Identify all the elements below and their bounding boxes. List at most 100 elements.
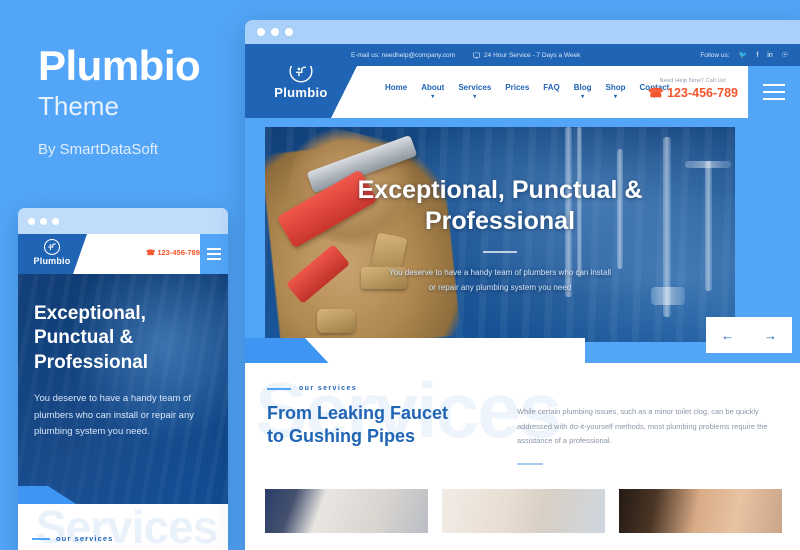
- primary-nav: Home About ▾ Services ▾ Prices FAQ Blog: [385, 83, 669, 100]
- service-card-hand-tool[interactable]: [442, 489, 605, 533]
- faucet-icon: [289, 66, 313, 83]
- site-main-navbar: Plumbio Home About ▾ Services ▾ Prices F…: [245, 66, 800, 118]
- nav-label-services: Services: [458, 83, 492, 92]
- screenshot-root: Plumbio Theme By SmartDataSoft Plumbio ☎…: [0, 0, 800, 550]
- nav-item-blog[interactable]: Blog ▾: [573, 83, 592, 100]
- eyebrow-rule: [32, 537, 50, 540]
- service-card-wiring[interactable]: [265, 489, 428, 533]
- nav-label-about: About: [421, 83, 445, 92]
- arrow-left-icon[interactable]: ←: [721, 328, 734, 343]
- mobile-logo-text: Plumbio: [33, 256, 71, 266]
- promo-byline: By SmartDataSoft: [38, 140, 159, 158]
- services-heading-block: our services From Leaking Faucet to Gush…: [267, 385, 532, 449]
- arrow-right-icon[interactable]: →: [764, 328, 777, 343]
- mobile-hero-wedge: [18, 486, 76, 504]
- mobile-logo[interactable]: Plumbio: [28, 238, 76, 266]
- window-dot-red: [28, 217, 35, 225]
- nav-label-shop: Shop: [605, 83, 626, 92]
- topbar-service-hours: 24 Hour Service - 7 Days a Week: [473, 52, 580, 59]
- mobile-hero-title-line2: Punctual &: [34, 327, 134, 349]
- nav-item-prices[interactable]: Prices: [505, 83, 530, 93]
- phone-icon: ☎: [648, 86, 664, 100]
- chevron-down-icon: ▾: [473, 93, 477, 100]
- services-title: From Leaking Faucet to Gushing Pipes: [267, 402, 532, 449]
- window-dot-green: [285, 28, 293, 36]
- service-card-repair[interactable]: [619, 489, 782, 533]
- mobile-hero-title: Exceptional, Punctual & Professional: [34, 302, 212, 375]
- nav-item-shop[interactable]: Shop ▾: [605, 83, 626, 100]
- promo-panel: Plumbio Theme By SmartDataSoft: [38, 42, 238, 158]
- site-logo-text: Plumbio: [274, 85, 328, 100]
- mobile-navbar: Plumbio ☎ 123-456-789: [18, 234, 228, 274]
- site-logo[interactable]: Plumbio: [263, 66, 339, 100]
- twitter-icon[interactable]: 🐦: [739, 51, 748, 59]
- promo-title: Plumbio: [38, 42, 201, 89]
- nav-item-services[interactable]: Services ▾: [458, 83, 492, 100]
- mobile-hero-text: You deserve to have a handy team of plum…: [34, 392, 194, 438]
- site-topbar: E-mail us: needhelp@company.com 24 Hour …: [245, 44, 800, 66]
- window-dot-green: [52, 217, 59, 225]
- services-title-line2: to Gushing Pipes: [267, 426, 416, 447]
- hamburger-menu-icon[interactable]: [748, 66, 800, 118]
- topbar-email-label: E-mail us: needhelp@company.com: [351, 51, 456, 59]
- mobile-phone-link[interactable]: ☎ 123-456-789: [146, 248, 200, 257]
- mobile-hamburger-menu-icon[interactable]: [200, 234, 228, 274]
- window-dot-red: [257, 28, 265, 36]
- faucet-icon: [43, 238, 61, 256]
- hero-subtext: You deserve to have a handy team of plum…: [265, 265, 735, 295]
- services-eyebrow-label: our services: [299, 385, 358, 392]
- monitor-icon: [473, 52, 480, 58]
- hero-brass-fitting: [317, 309, 355, 333]
- window-dot-yellow: [271, 28, 279, 36]
- chevron-down-icon: ▾: [581, 93, 585, 100]
- topbar-email[interactable]: E-mail us: needhelp@company.com: [351, 52, 455, 59]
- services-description-block: While certain plumbing issues, such as a…: [517, 405, 782, 465]
- mobile-services-eyebrow-label: our services: [56, 534, 114, 543]
- hero-divider: [483, 251, 517, 253]
- mobile-browser-mockup: Plumbio ☎ 123-456-789 Exceptional, Punctu…: [18, 208, 228, 550]
- facebook-icon[interactable]: f: [756, 52, 758, 59]
- phone-icon: ☎: [146, 248, 156, 257]
- hero-content: Exceptional, Punctual & Professional You…: [265, 175, 735, 295]
- mobile-hero-title-line3: Professional: [34, 351, 149, 373]
- call-us-block[interactable]: Need Help Now? Call Us! ☎ 123-456-789: [648, 78, 738, 100]
- call-us-number-text: 123-456-789: [667, 86, 738, 100]
- hero-title-line1: Exceptional, Punctual &: [357, 176, 643, 204]
- topbar-service-label: 24 Hour Service - 7 Days a Week: [484, 51, 581, 59]
- mobile-hero: Exceptional, Punctual & Professional You…: [18, 274, 228, 504]
- topbar-social-group: Follow us: 🐦 f in ☉: [700, 51, 788, 60]
- nav-label-faq: FAQ: [543, 83, 560, 92]
- hero-subtext-line2: or repair any plumbing system you need: [428, 283, 572, 293]
- desktop-browser-mockup: E-mail us: needhelp@company.com 24 Hour …: [245, 20, 800, 550]
- services-eyebrow: our services: [267, 385, 532, 392]
- chevron-down-icon: ▾: [614, 93, 618, 100]
- hero-title: Exceptional, Punctual & Professional: [265, 175, 735, 237]
- hero-subtext-line1: You deserve to have a handy team of plum…: [388, 268, 612, 277]
- window-dot-yellow: [40, 217, 47, 225]
- services-divider: [517, 462, 543, 465]
- skype-icon[interactable]: ☉: [782, 51, 788, 59]
- hero-slider-controls: ← →: [706, 317, 792, 353]
- mobile-browser-chrome: [18, 208, 228, 234]
- call-us-label: Need Help Now? Call Us!: [659, 78, 727, 84]
- nav-label-prices: Prices: [505, 83, 530, 92]
- nav-label-home: Home: [385, 83, 408, 92]
- mobile-services-eyebrow: our services: [32, 534, 113, 543]
- nav-item-home[interactable]: Home: [385, 83, 408, 93]
- hero-title-line2: Professional: [424, 207, 576, 235]
- nav-item-about[interactable]: About ▾: [421, 83, 445, 100]
- services-title-line1: From Leaking Faucet: [267, 403, 449, 423]
- services-card-row: [265, 489, 782, 533]
- chevron-down-icon: ▾: [431, 93, 435, 100]
- services-paragraph: While certain plumbing issues, such as a…: [517, 407, 768, 446]
- hero-section: Exceptional, Punctual & Professional You…: [245, 118, 800, 363]
- services-section: Services our services From Leaking Fauce…: [245, 363, 800, 533]
- linkedin-icon[interactable]: in: [767, 52, 772, 59]
- call-us-number: ☎ 123-456-789: [648, 85, 738, 100]
- topbar-follow-label: Follow us:: [700, 51, 730, 59]
- nav-label-blog: Blog: [573, 83, 592, 92]
- promo-subtitle: Theme: [38, 91, 119, 122]
- nav-item-faq[interactable]: FAQ: [543, 83, 560, 93]
- mobile-services-section: Services our services: [18, 504, 228, 550]
- eyebrow-rule: [267, 387, 291, 390]
